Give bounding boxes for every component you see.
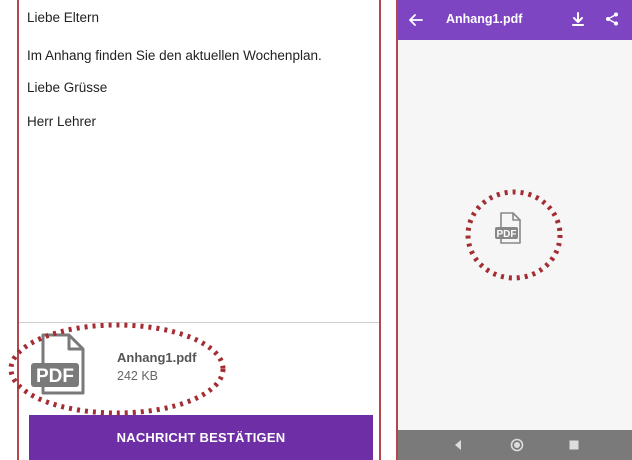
pdf-file-icon: PDF (31, 333, 85, 395)
viewer-title: Anhang1.pdf (446, 12, 523, 26)
pdf-viewer-area[interactable]: PDF (398, 40, 632, 430)
message-closing: Liebe Grüsse (27, 80, 108, 95)
pdf-viewer-panel: Anhang1.pdf PDF (396, 0, 632, 460)
viewer-pdf-icon-label: PDF (497, 229, 517, 240)
download-icon[interactable] (570, 11, 586, 27)
message-signature: Herr Lehrer (27, 114, 97, 129)
android-nav-bar (398, 430, 632, 460)
nav-recent-apps-icon[interactable] (568, 439, 580, 451)
share-icon[interactable] (604, 11, 620, 27)
pdf-file-icon: PDF (495, 212, 521, 244)
attachment-name: Anhang1.pdf (117, 350, 197, 365)
viewer-app-bar: Anhang1.pdf (398, 0, 632, 40)
message-greeting: Liebe Eltern (27, 10, 100, 25)
message-text: Im Anhang finden Sie den aktuellen Woche… (27, 48, 322, 63)
attachment-size: 242 KB (117, 369, 159, 383)
screenshot-stage: Liebe Eltern Im Anhang finden Sie den ak… (0, 0, 632, 460)
attachment-divider (19, 322, 379, 323)
nav-home-icon[interactable] (510, 438, 524, 452)
attachment-item[interactable]: PDF Anhang1.pdf 242 KB (29, 333, 329, 395)
back-arrow-icon[interactable] (408, 12, 424, 28)
message-panel: Liebe Eltern Im Anhang finden Sie den ak… (17, 0, 381, 460)
confirm-message-button[interactable]: NACHRICHT BESTÄTIGEN (29, 415, 373, 460)
pdf-icon-label: PDF (36, 366, 74, 387)
nav-back-icon[interactable] (452, 439, 464, 451)
